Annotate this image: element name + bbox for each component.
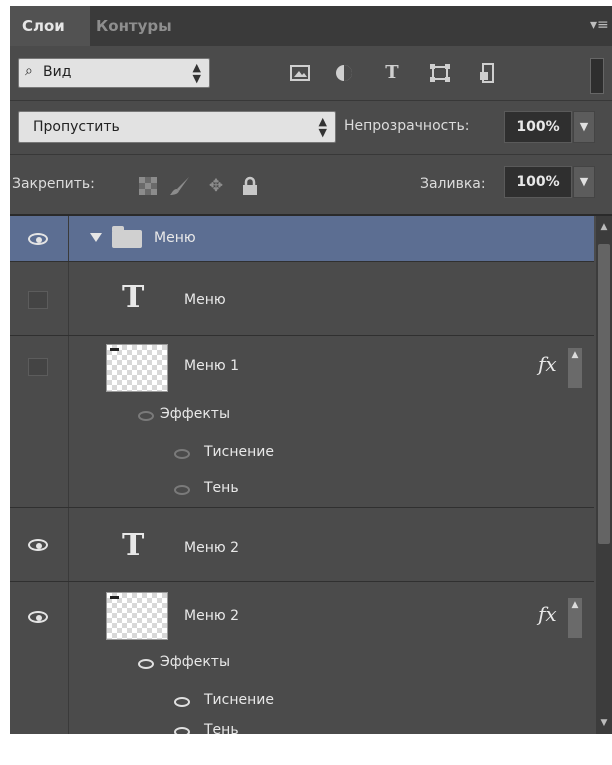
scroll-up-arrow-icon[interactable]: ▲ [596,216,612,238]
eye-icon[interactable] [174,727,190,734]
image-layer-filter-icon[interactable] [284,58,316,88]
opacity-dropdown-button[interactable]: ▼ [573,111,595,143]
type-layer-icon: T [122,280,145,315]
layers-panel: Слои Контуры ▾≡ ⌕ Вид ▲ ▼ T Пропустить ▲ ▼… [10,6,612,734]
eye-icon[interactable] [174,697,190,707]
layer-name[interactable]: Меню 2 [184,608,239,624]
layers-scrollbar[interactable]: ▲ ▼ [596,216,612,734]
layer-name[interactable]: Меню 1 [184,358,239,374]
eye-icon[interactable] [174,449,190,459]
layer-row-pixel[interactable]: Меню 2 fx ▲ Эффекты Тиснение Тень [10,582,594,734]
expand-arrow-icon[interactable] [90,233,102,242]
folder-icon [112,226,142,248]
tab-bar: Слои Контуры ▾≡ [10,6,612,46]
divider [68,216,69,262]
layer-thumbnail [106,592,168,640]
blend-mode-label: Пропустить [33,119,120,135]
lock-all-icon[interactable] [238,174,262,198]
tab-layers[interactable]: Слои [10,6,90,46]
effect-item[interactable]: Тиснение [204,444,274,460]
effect-item[interactable]: Тень [204,722,239,734]
filter-toggle-switch[interactable] [590,58,604,94]
dropdown-arrows-icon: ▲ ▼ [192,61,201,85]
eye-icon[interactable] [174,485,190,495]
fx-icon[interactable]: fx [538,602,557,626]
divider [68,262,69,336]
lock-image-pixels-icon[interactable] [168,174,192,198]
divider [68,508,69,582]
effects-label: Эффекты [160,406,230,422]
adjustment-layer-filter-icon[interactable] [328,58,360,88]
blend-mode-dropdown[interactable]: Пропустить ▲ ▼ [18,111,336,143]
visibility-toggle[interactable] [28,358,48,376]
layer-thumbnail [106,344,168,392]
lock-position-icon[interactable]: ✥ [204,174,228,198]
opacity-input[interactable]: 100% [504,111,572,143]
layer-row-group[interactable]: Меню [10,216,594,262]
fill-label: Заливка: [420,176,486,192]
effect-item[interactable]: Тиснение [204,692,274,708]
effects-collapse-toggle[interactable]: ▲ [568,348,582,388]
type-layer-filter-icon[interactable]: T [376,58,408,88]
effects-label: Эффекты [160,654,230,670]
tab-paths[interactable]: Контуры [96,6,206,46]
search-icon: ⌕ [25,63,33,79]
separator [10,100,612,101]
fill-dropdown-button[interactable]: ▼ [573,166,595,198]
eye-icon[interactable] [138,411,154,421]
lock-transparent-pixels-icon[interactable] [136,174,160,198]
layer-name[interactable]: Меню [184,292,226,308]
effects-collapse-toggle[interactable]: ▲ [568,598,582,638]
layer-name[interactable]: Меню [154,230,196,246]
eye-icon[interactable] [28,233,48,245]
effect-item[interactable]: Тень [204,480,239,496]
layer-row-text[interactable]: T Меню [10,262,594,336]
fill-input[interactable]: 100% [504,166,572,198]
shape-layer-filter-icon[interactable] [424,58,456,88]
lock-label: Закрепить: [12,176,95,192]
smart-object-filter-icon[interactable] [472,58,504,88]
filter-kind-dropdown[interactable]: ⌕ Вид ▲ ▼ [18,58,210,88]
layers-list: Меню T Меню Меню 1 fx ▲ Эффекты Тиснение… [10,216,594,734]
opacity-label: Непрозрачность: [344,118,470,134]
panel-menu-icon[interactable]: ▾≡ [590,14,609,36]
fx-icon[interactable]: fx [538,352,557,376]
layer-name[interactable]: Меню 2 [184,540,239,556]
scroll-down-arrow-icon[interactable]: ▼ [596,712,612,734]
dropdown-arrows-icon: ▲ ▼ [318,115,327,139]
eye-icon[interactable] [138,659,154,669]
scrollbar-thumb[interactable] [598,244,610,544]
layer-row-text[interactable]: T Меню 2 [10,508,594,582]
eye-icon[interactable] [28,611,48,623]
eye-icon[interactable] [28,539,48,551]
filter-kind-label: Вид [43,64,72,80]
divider [68,336,69,508]
separator [10,154,612,155]
type-layer-icon: T [122,528,145,563]
visibility-toggle[interactable] [28,291,48,309]
layer-row-pixel[interactable]: Меню 1 fx ▲ Эффекты Тиснение Тень [10,336,594,508]
divider [68,582,69,734]
